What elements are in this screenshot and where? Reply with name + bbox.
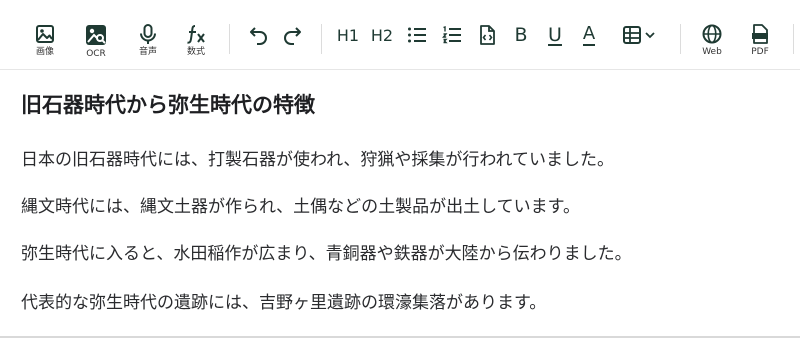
underline-label: U: [548, 24, 562, 46]
editor-toolbar: 画像 OCR 音声 数式 H1 H2 B U A Web PDF: [0, 0, 800, 70]
pdf-file-icon: [752, 24, 768, 44]
toolbar-divider: [680, 24, 681, 54]
microphone-icon: [140, 24, 156, 44]
ocr-button[interactable]: OCR: [81, 0, 111, 70]
numbered-list-button[interactable]: [439, 0, 465, 70]
paragraph: 縄文時代には、縄文土器が作られ、土偶などの土製品が出土しています。: [21, 197, 580, 217]
toolbar-divider: [793, 24, 794, 54]
toolbar-divider: [321, 24, 322, 54]
formula-button[interactable]: 数式: [181, 0, 211, 70]
numbered-list-icon: [442, 26, 461, 44]
image-label: 画像: [35, 47, 54, 57]
font-color-label: A: [582, 23, 596, 46]
undo-button[interactable]: [246, 0, 272, 70]
ocr-icon: [86, 25, 106, 45]
function-icon: [187, 25, 205, 44]
pdf-label: PDF: [751, 47, 769, 57]
heading2-button[interactable]: H2: [369, 0, 395, 70]
chevron-down-icon: [645, 32, 655, 39]
paragraph: 代表的な弥生時代の遺跡には、吉野ヶ里遺跡の環濠集落があります。: [21, 293, 547, 313]
web-search-button[interactable]: Web: [697, 0, 727, 70]
heading1-button[interactable]: H1: [335, 0, 361, 70]
paragraph: 日本の旧石器時代には、打製石器が使われ、狩猟や採集が行われていました。: [21, 150, 614, 170]
voice-input-button[interactable]: 音声: [133, 0, 163, 70]
globe-icon: [702, 24, 722, 44]
pdf-button[interactable]: PDF: [745, 0, 775, 70]
paragraph: 弥生時代に入ると、水田稲作が広まり、青銅器や鉄器が大陸から伝わりました。: [21, 244, 632, 264]
h2-label: H2: [370, 25, 394, 45]
document-title: 旧石器時代から弥生時代の特徴: [21, 93, 315, 117]
code-file-icon: [480, 25, 495, 45]
bullet-list-button[interactable]: [404, 0, 430, 70]
formula-label: 数式: [186, 47, 205, 57]
web-label: Web: [702, 47, 722, 57]
underline-button[interactable]: U: [543, 0, 567, 70]
redo-icon: [284, 27, 301, 45]
bold-label: B: [514, 24, 528, 46]
undo-icon: [250, 27, 267, 45]
image-icon: [36, 25, 54, 43]
voice-label: 音声: [138, 47, 157, 57]
redo-button[interactable]: [279, 0, 305, 70]
toolbar-divider: [229, 24, 230, 54]
ocr-label: OCR: [86, 49, 106, 59]
table-button[interactable]: [616, 0, 662, 70]
font-color-button[interactable]: A: [577, 0, 601, 70]
insert-image-button[interactable]: 画像: [30, 0, 60, 70]
h1-label: H1: [336, 25, 360, 45]
code-block-button[interactable]: [474, 0, 500, 70]
bold-button[interactable]: B: [509, 0, 533, 70]
table-icon: [623, 26, 641, 44]
bullet-list-icon: [408, 27, 426, 43]
